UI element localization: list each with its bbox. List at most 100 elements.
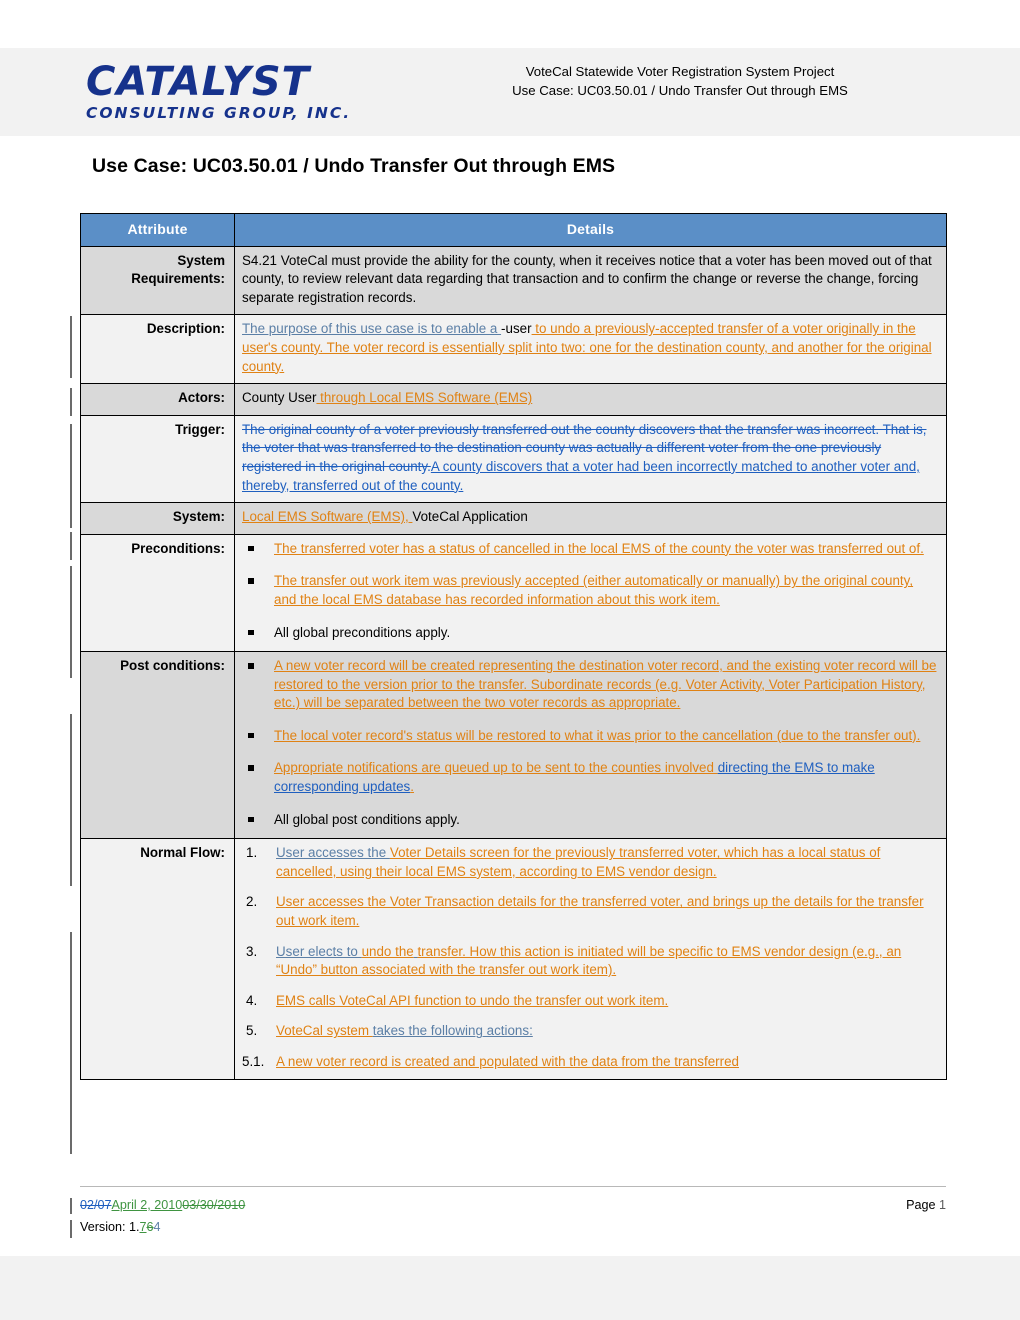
deleted-text: 6	[146, 1220, 154, 1234]
table-header-row: Attribute Details	[80, 213, 947, 247]
bullet-square-icon	[248, 545, 254, 552]
inserted-text: A new voter record is created and popula…	[276, 1054, 739, 1069]
bullet-square-icon	[248, 578, 254, 584]
list-item: The transfer out work item was previousl…	[242, 572, 939, 609]
row-label-system-requirements: System Requirements:	[80, 245, 235, 316]
sub-step: 5.1. A new voter record is created and po…	[242, 1053, 939, 1072]
column-header-details: Details	[234, 213, 947, 247]
inserted-text: Appropriate notifications are queued up …	[274, 760, 718, 776]
inserted-text: User accesses the Voter Transaction deta…	[276, 894, 924, 929]
list-item: Appropriate notifications are queued up …	[242, 759, 939, 796]
row-value-post-conditions: A new voter record will be created repre…	[234, 651, 947, 840]
normal-flow-list: 1. User accesses the Voter Details screen…	[242, 844, 939, 1041]
bullet-square-icon	[248, 663, 254, 669]
row-value-system: Local EMS Software (EMS), VoteCal Applic…	[234, 502, 947, 535]
table-row: Normal Flow: 1. User accesses the Voter D…	[80, 838, 947, 1080]
step-number: 2.	[246, 894, 258, 910]
table-row: System Requirements: S4.21 VoteCal must …	[80, 245, 947, 316]
table-row: Post conditions: A new voter record will…	[80, 651, 947, 840]
list-item: All global preconditions apply.	[242, 624, 939, 643]
list-item: 2. User accesses the Voter Transaction de…	[242, 893, 939, 930]
row-value-trigger: The original county of a voter previousl…	[234, 414, 947, 504]
footer-date-line: 02/07April 2, 201003/30/2010 Page 1	[80, 1196, 946, 1215]
step-number: 1.	[246, 845, 258, 861]
change-bar	[70, 424, 72, 528]
inserted-text: The transfer out work item was previousl…	[274, 573, 914, 607]
actors-base-text: County User	[242, 390, 317, 406]
logo-tagline: CONSULTING GROUP, INC.	[86, 104, 352, 122]
footer-divider	[80, 1186, 946, 1187]
inserted-text: takes the following actions:	[372, 1023, 533, 1039]
header-text-block: VoteCal Statewide Voter Registration Sys…	[420, 62, 940, 100]
inserted-text: User elects to	[276, 943, 362, 959]
inserted-text: The local voter record's status will be …	[274, 727, 921, 743]
system-base-text: VoteCal Application	[412, 509, 528, 525]
table-row: Description: The purpose of this use cas…	[80, 314, 947, 385]
inserted-text: The purpose of this use case is to enabl…	[242, 321, 502, 337]
static-text: All global preconditions apply.	[274, 624, 451, 640]
sub-step-number: 5.1.	[242, 1054, 265, 1069]
row-value-system-requirements: S4.21 VoteCal must provide the ability f…	[234, 245, 947, 316]
change-bar	[70, 566, 72, 678]
deleted-text: 02/07	[80, 1198, 112, 1212]
change-bar	[70, 714, 72, 886]
inserted-text: EMS calls VoteCal API function to undo t…	[276, 992, 669, 1008]
version-tail: 4	[153, 1220, 161, 1234]
row-label-preconditions: Preconditions:	[80, 533, 235, 653]
step-number: 5.	[246, 1023, 258, 1039]
inserted-text: undo the	[361, 943, 414, 959]
page-number: 1	[938, 1198, 946, 1212]
inserted-text: A new voter record will be created repre…	[274, 658, 937, 711]
footer-version-line: Version: 1.764	[80, 1218, 946, 1237]
change-bar	[70, 316, 72, 378]
bullet-square-icon	[248, 629, 254, 635]
header-usecase-line: Use Case: UC03.50.01 / Undo Transfer Out…	[512, 83, 848, 98]
change-bar	[70, 932, 72, 1154]
deleted-text: -user	[501, 321, 532, 337]
version-label: Version: 1.	[80, 1220, 140, 1234]
list-item: The transferred voter has a status of ca…	[242, 540, 939, 559]
column-header-attribute: Attribute	[80, 213, 235, 247]
page-footer: 02/07April 2, 201003/30/2010 Page 1 Versi…	[80, 1196, 946, 1237]
page-number-label: Page 1	[906, 1196, 946, 1215]
deleted-text: 03/30/2010	[182, 1198, 246, 1212]
page-bottom-band	[0, 1256, 1020, 1320]
inserted-text: through Local EMS Software (EMS)	[316, 390, 533, 406]
inserted-text: April 2, 2010	[111, 1198, 183, 1212]
list-item: All global post conditions apply.	[242, 811, 939, 830]
row-label-normal-flow: Normal Flow:	[80, 838, 235, 1080]
logo-wordmark: CATALYST	[86, 59, 310, 105]
inserted-text: User accesses the	[276, 845, 390, 861]
list-item: 5. VoteCal system takes the following act…	[242, 1022, 939, 1041]
preconditions-list: The transferred voter has a status of ca…	[242, 540, 939, 642]
page-title: Use Case: UC03.50.01 / Undo Transfer Out…	[92, 155, 616, 177]
row-value-normal-flow: 1. User accesses the Voter Details screen…	[234, 838, 947, 1080]
inserted-text: VoteCal system	[276, 1023, 373, 1039]
change-bar	[70, 1220, 72, 1238]
table-row: Preconditions: The transferred voter has…	[80, 533, 947, 653]
inserted-text: The transferred voter has a status of ca…	[274, 540, 924, 556]
inserted-text: Local EMS Software (EMS),	[242, 509, 413, 525]
static-text: All global post conditions apply.	[274, 811, 460, 827]
row-label-system: System:	[80, 502, 235, 535]
row-label-trigger: Trigger:	[80, 414, 235, 504]
inserted-text: .	[410, 779, 414, 795]
table-row: Actors: County User through Local EMS So…	[80, 383, 947, 416]
document-page: CATALYST CONSULTING GROUP, INC. VoteCal …	[0, 0, 1020, 1320]
row-value-description: The purpose of this use case is to enabl…	[234, 314, 947, 385]
change-bar	[70, 388, 72, 416]
inserted-text: 7	[139, 1220, 147, 1234]
table-row: System: Local EMS Software (EMS), VoteCa…	[80, 502, 947, 535]
requirements-text: S4.21 VoteCal must provide the ability f…	[242, 252, 932, 305]
list-item: 1. User accesses the Voter Details screen…	[242, 844, 939, 881]
bullet-square-icon	[248, 765, 254, 771]
header-project-line: VoteCal Statewide Voter Registration Sys…	[525, 64, 835, 79]
page-word: Page	[906, 1198, 939, 1212]
change-bar	[70, 532, 72, 560]
bullet-square-icon	[248, 732, 254, 739]
row-label-description: Description:	[80, 314, 235, 385]
row-label-actors: Actors:	[80, 383, 235, 416]
row-value-actors: County User through Local EMS Software (…	[234, 383, 947, 416]
post-conditions-list: A new voter record will be created repre…	[242, 657, 939, 829]
use-case-table: Attribute Details System Requirements: S…	[80, 213, 947, 1080]
